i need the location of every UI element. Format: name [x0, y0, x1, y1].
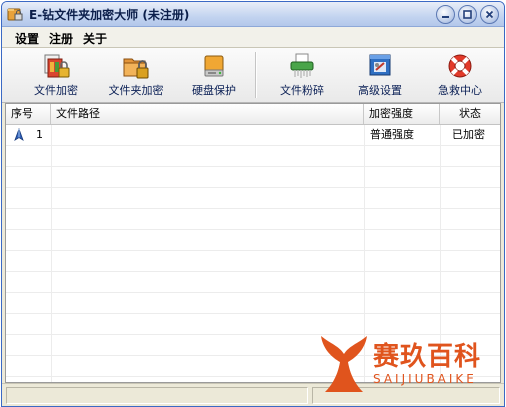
maximize-button[interactable]: [458, 5, 477, 24]
lock-marker-icon: [14, 128, 24, 141]
file-encrypt-button[interactable]: 文件加密: [14, 52, 98, 100]
file-shredder-button[interactable]: 文件粉碎: [260, 52, 344, 100]
menu-register[interactable]: 注册: [49, 30, 73, 47]
menu-bar: 设置 注册 关于: [2, 27, 504, 48]
grid-line: [6, 166, 500, 167]
title-bar[interactable]: E-钻文件夹加密大师 (未注册): [2, 2, 504, 27]
grid-line: [6, 145, 500, 146]
row-index: 1: [36, 128, 43, 141]
toolbar-separator: [255, 52, 257, 98]
advanced-settings-icon: [369, 54, 391, 76]
row-strength: 普通强度: [370, 128, 414, 141]
folder-encrypt-label: 文件夹加密: [108, 84, 164, 97]
row-status: 已加密: [452, 128, 485, 141]
file-encrypt-label: 文件加密: [34, 84, 78, 97]
grid-line: [6, 292, 500, 293]
folder-encrypt-button[interactable]: 文件夹加密: [94, 52, 178, 100]
file-shredder-label: 文件粉碎: [280, 84, 324, 97]
folder-lock-icon: [7, 8, 23, 21]
grid-line: [6, 313, 500, 314]
close-icon: [485, 10, 494, 19]
disk-protect-label: 硬盘保护: [192, 84, 236, 97]
toolbar: 文件加密 文件夹加密 硬盘保护 文件粉碎 高级设置 急救中心: [2, 48, 504, 103]
file-shredder-icon: [290, 53, 314, 78]
rescue-center-label: 急救中心: [438, 84, 482, 97]
col-header-status[interactable]: 状态: [440, 104, 500, 124]
minimize-button[interactable]: [436, 5, 455, 24]
grid-line: [6, 187, 500, 188]
col-header-index[interactable]: 序号: [6, 104, 51, 124]
advanced-settings-button[interactable]: 高级设置: [338, 52, 422, 100]
menu-about[interactable]: 关于: [83, 30, 107, 47]
col-header-strength[interactable]: 加密强度: [364, 104, 440, 124]
disk-protect-button[interactable]: 硬盘保护: [172, 52, 256, 100]
grid-line: [6, 271, 500, 272]
folder-encrypt-icon: [123, 58, 149, 79]
file-encrypt-icon: [44, 54, 70, 78]
grid-line: [6, 208, 500, 209]
grid-line: [6, 250, 500, 251]
menu-settings[interactable]: 设置: [15, 30, 39, 47]
col-header-path[interactable]: 文件路径: [51, 104, 364, 124]
table-row[interactable]: 1 普通强度 已加密: [6, 125, 500, 145]
whale-tail-icon: [321, 336, 367, 392]
watermark-logo: 赛玖百科 SAIJIUBAIKE: [317, 330, 497, 398]
minimize-icon: [442, 16, 449, 18]
close-button[interactable]: [480, 5, 499, 24]
disk-protect-icon: [204, 55, 224, 77]
table-header: 序号 文件路径 加密强度 状态: [6, 104, 500, 125]
lifebuoy-icon: [448, 54, 472, 78]
watermark-text-cn: 赛玖百科: [373, 342, 482, 372]
status-pane-main: [6, 387, 308, 404]
grid-line: [6, 229, 500, 230]
watermark-text-en: SAIJIUBAIKE: [373, 372, 477, 386]
window-title: E-钻文件夹加密大师 (未注册): [29, 8, 190, 22]
maximize-icon: [463, 10, 472, 19]
grid-line: [51, 125, 52, 382]
advanced-settings-label: 高级设置: [358, 84, 402, 97]
rescue-center-button[interactable]: 急救中心: [418, 52, 502, 100]
